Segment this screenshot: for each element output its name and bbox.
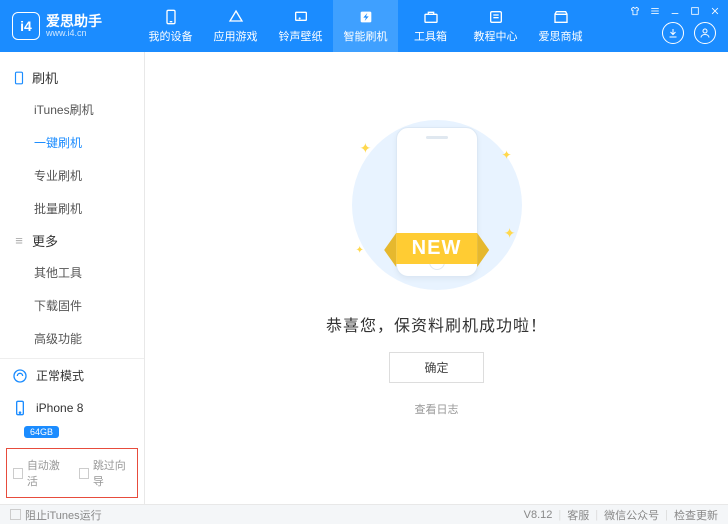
menu-icon[interactable] [648,4,662,18]
confirm-button[interactable]: 确定 [389,352,483,383]
mode-icon [12,368,28,384]
section-more-header[interactable]: ≡ 更多 [0,225,144,256]
section-title: 刷机 [32,68,58,87]
sidebar-item-itunes-flash[interactable]: iTunes刷机 [0,93,144,126]
minimize-icon[interactable] [668,4,682,18]
auto-activate-checkbox[interactable]: 自动激活 [13,457,65,489]
flash-icon [357,8,375,26]
support-link[interactable]: 客服 [567,507,589,523]
section-title: 更多 [32,231,58,250]
nav-apps[interactable]: 应用游戏 [203,0,268,52]
view-log-link[interactable]: 查看日志 [415,401,459,417]
success-illustration: ✦ ✦ ✦ ✦ NEW [332,120,542,290]
sidebar-scroll: 刷机 iTunes刷机 一键刷机 专业刷机 批量刷机 ≡ 更多 其他工具 下载固… [0,52,144,358]
nav-label: 智能刷机 [344,28,388,44]
logo-icon: i4 [12,12,40,40]
checkbox-icon [13,468,23,479]
brand-url: www.i4.cn [46,29,102,38]
nav-label: 我的设备 [149,28,193,44]
main-content: ✦ ✦ ✦ ✦ NEW 恭喜您，保资料刷机成功啦！ 确定 查看日志 [145,52,728,504]
toolbox-icon [422,8,440,26]
sidebar-item-oneclick-flash[interactable]: 一键刷机 [0,126,144,159]
nav-toolbox[interactable]: 工具箱 [398,0,463,52]
skip-wizard-checkbox[interactable]: 跳过向导 [79,457,131,489]
logo-block: i4 爱思助手 www.i4.cn [8,12,138,40]
close-icon[interactable] [708,4,722,18]
device-row[interactable]: iPhone 8 [0,392,144,424]
apps-icon [227,8,245,26]
music-icon [292,8,310,26]
success-message: 恭喜您，保资料刷机成功啦！ [326,312,547,336]
sparkle-icon: ✦ [360,140,372,157]
shop-icon [552,8,570,26]
window-controls [628,4,722,18]
download-icon[interactable] [662,22,684,44]
skin-icon[interactable] [628,4,642,18]
nav-tutorials[interactable]: 教程中心 [463,0,528,52]
sidebar-item-download-fw[interactable]: 下载固件 [0,289,144,322]
nav-label: 工具箱 [414,28,447,44]
chk-label: 阻止iTunes运行 [25,507,102,523]
nav-label: 爱思商城 [539,28,583,44]
sidebar-item-advanced[interactable]: 高级功能 [0,322,144,355]
nav-shop[interactable]: 爱思商城 [528,0,593,52]
block-itunes-checkbox[interactable]: 阻止iTunes运行 [10,507,102,523]
nav-label: 应用游戏 [214,28,258,44]
sidebar-item-other-tools[interactable]: 其他工具 [0,256,144,289]
sparkle-icon: ✦ [356,245,364,256]
banner-text: NEW [396,233,478,264]
nav-flash[interactable]: 智能刷机 [333,0,398,52]
sidebar: 刷机 iTunes刷机 一键刷机 专业刷机 批量刷机 ≡ 更多 其他工具 下载固… [0,52,145,504]
nav-my-device[interactable]: 我的设备 [138,0,203,52]
chk-label: 自动激活 [27,457,65,489]
main-nav: 我的设备 应用游戏 铃声壁纸 智能刷机 工具箱 [138,0,593,52]
version-label: V8.12 [524,509,553,521]
checkbox-icon [79,468,89,479]
device-name: iPhone 8 [36,401,83,415]
phone-outline-icon [12,71,26,85]
device-icon [12,400,28,416]
body: 刷机 iTunes刷机 一键刷机 专业刷机 批量刷机 ≡ 更多 其他工具 下载固… [0,52,728,504]
header-action-icons [662,22,716,44]
brand-name: 爱思助手 [46,14,102,29]
chk-label: 跳过向导 [93,457,131,489]
sparkle-icon: ✦ [501,148,511,162]
separator: | [665,509,668,521]
sidebar-bottom: 正常模式 iPhone 8 64GB 自动激活 跳过向导 [0,358,144,504]
app-header: i4 爱思助手 www.i4.cn 我的设备 应用游戏 铃声壁纸 [0,0,728,52]
mode-label: 正常模式 [36,367,84,384]
sidebar-item-pro-flash[interactable]: 专业刷机 [0,159,144,192]
nav-label: 教程中心 [474,28,518,44]
nav-label: 铃声壁纸 [279,28,323,44]
check-update-link[interactable]: 检查更新 [674,507,718,523]
phone-icon [162,8,180,26]
storage-badge: 64GB [24,426,59,438]
more-icon: ≡ [12,234,26,248]
nav-ringtones[interactable]: 铃声壁纸 [268,0,333,52]
wechat-link[interactable]: 微信公众号 [604,507,659,523]
book-icon [487,8,505,26]
options-box: 自动激活 跳过向导 [6,448,138,498]
mode-row[interactable]: 正常模式 [0,359,144,392]
separator: | [595,509,598,521]
separator: | [558,509,561,521]
status-bar: 阻止iTunes运行 V8.12 | 客服 | 微信公众号 | 检查更新 [0,504,728,524]
checkbox-icon [10,509,21,520]
user-icon[interactable] [694,22,716,44]
sparkle-icon: ✦ [504,225,516,242]
sidebar-item-batch-flash[interactable]: 批量刷机 [0,192,144,225]
maximize-icon[interactable] [688,4,702,18]
new-banner: NEW [396,233,478,264]
section-flash-header[interactable]: 刷机 [0,62,144,93]
